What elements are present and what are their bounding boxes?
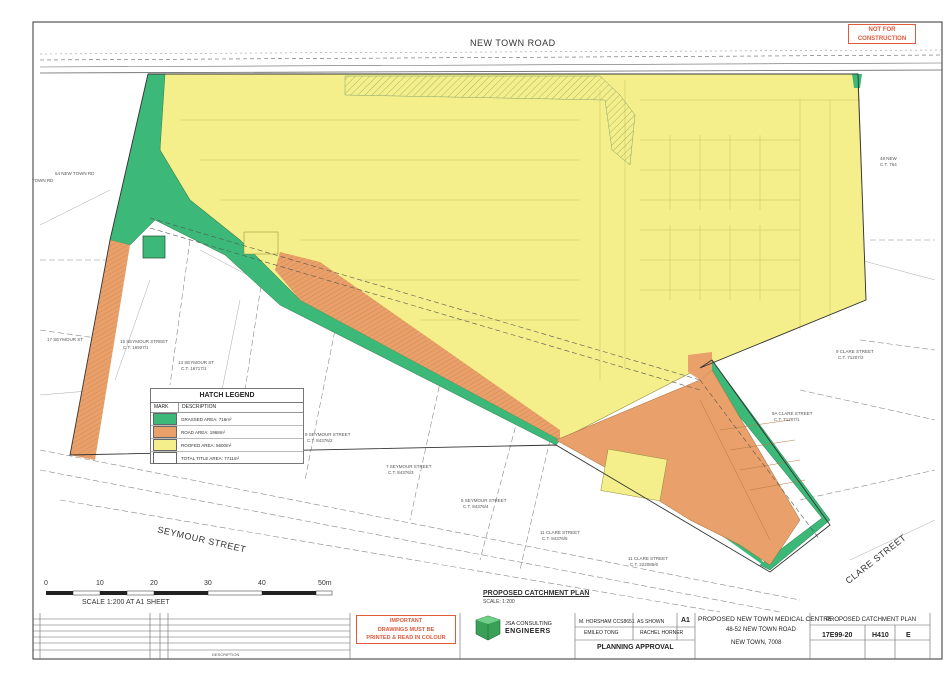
lot-label: 54 NEW TOWN RD xyxy=(55,171,95,176)
lot-label: C.T. 222085/6 xyxy=(630,562,659,567)
lot-label: 13 SEYMOUR ST xyxy=(178,360,214,365)
lot-label: 9 SEYMOUR STREET xyxy=(305,432,351,437)
company-name-line-2: ENGINEERS xyxy=(505,628,551,635)
plan-title: PROPOSED CATCHMENT PLAN xyxy=(483,590,590,597)
stamp-line-2: CONSTRUCTION xyxy=(857,36,907,42)
principal: RACHEL HORNER xyxy=(640,630,684,636)
lot-label: 48 NEW xyxy=(880,156,898,161)
lot-label: C.T. 84376/3 xyxy=(388,470,414,475)
important-notice: IMPORTANT DRAWINGS MUST BE PRINTED & REA… xyxy=(356,615,456,644)
scale-tick: 0 xyxy=(44,580,48,587)
scale-tick: 50m xyxy=(318,580,332,587)
road-area-west-hatch xyxy=(70,240,130,460)
drawing-title: PROPOSED CATCHMENT PLAN xyxy=(826,617,917,623)
lot-label: C.T. 84376/5 xyxy=(542,536,568,541)
scale-tick: 20 xyxy=(150,580,158,587)
lot-label: C.T. 84376/4 xyxy=(463,504,489,509)
sheet-size: A1 xyxy=(681,617,690,624)
legend-label: GRASSED AREA: 716m² xyxy=(181,416,232,422)
project-suburb: NEW TOWN, 7008 xyxy=(731,640,782,646)
legend-row-total: TOTAL TITLE AREA: 7711m² xyxy=(151,452,303,464)
project-address: 48-52 NEW TOWN ROAD xyxy=(726,627,796,633)
drawing-number: H410 xyxy=(872,632,889,639)
road-corridor xyxy=(39,49,943,74)
lot-label: 11 CLARE STREET xyxy=(628,556,668,561)
lot-label: 5 SEYMOUR STREET xyxy=(461,498,507,503)
important-line-1: IMPORTANT xyxy=(389,618,423,624)
hatch-legend: HATCH LEGEND MARK DESCRIPTION GRASSED AR… xyxy=(150,388,304,464)
project-name: PROPOSED NEW TOWN MEDICAL CENTRE xyxy=(698,616,833,623)
lot-label: C.T. 84376/2 xyxy=(307,438,333,443)
drawing-sheet: SEYMOUR STREET CLARE STREET 54 NEW TOWN … xyxy=(0,0,951,672)
lot-label: 11 CLARE STREET xyxy=(540,530,580,535)
total-swatch xyxy=(153,452,177,464)
designed-by: EMILEO TONG xyxy=(584,630,619,636)
lot-label: C.T. 71207/1 xyxy=(774,417,800,422)
stamp-line-1: NOT FOR xyxy=(868,27,896,33)
legend-row-roofed: ROOFED AREA: 5600m² xyxy=(151,439,303,452)
seymour-street-label: SEYMOUR STREET xyxy=(157,524,247,554)
lot-label: C.T. 16927/1 xyxy=(123,345,149,350)
road-name-label: NEW TOWN ROAD xyxy=(470,38,556,48)
important-line-2: DRAWINGS MUST BE xyxy=(377,626,435,633)
legend-label: ROAD AREA: 1968m² xyxy=(181,429,226,435)
scale-value: AS SHOWN xyxy=(637,619,665,625)
scale-tick: 30 xyxy=(204,580,212,587)
lot-label: 17 SEYMOUR ST xyxy=(47,337,83,342)
lot-label: 7 SEYMOUR STREET xyxy=(386,464,432,469)
scale-note: SCALE 1:200 AT A1 SHEET xyxy=(82,599,170,606)
legend-label: TOTAL TITLE AREA: 7711m² xyxy=(181,455,240,461)
revision: E xyxy=(906,632,911,639)
grassed-swatch xyxy=(153,413,177,425)
lot-label: C.T. 764 xyxy=(880,162,897,167)
legend-title: HATCH LEGEND xyxy=(151,389,303,403)
legend-row-grassed: GRASSED AREA: 716m² xyxy=(151,413,303,426)
legend-label: ROOFED AREA: 5600m² xyxy=(181,442,232,448)
drawn-by: M. HORSHAM CCS8651 xyxy=(579,619,635,625)
site-structure xyxy=(142,235,166,259)
scale-tick: 10 xyxy=(96,580,104,587)
legend-row-road: ROAD AREA: 1968m² xyxy=(151,426,303,439)
lot-label: 9 CLARE STREET xyxy=(836,349,874,354)
project-number: 17E99-20 xyxy=(822,632,853,639)
legend-col-description: DESCRIPTION xyxy=(182,404,217,410)
site-plan-drawing: SEYMOUR STREET CLARE STREET 54 NEW TOWN … xyxy=(32,21,943,660)
company-name-line-1: JSA CONSULTING xyxy=(505,621,552,627)
plan-scale: SCALE: 1:200 xyxy=(483,599,515,605)
important-line-3: PRINTED & READ IN COLOUR xyxy=(366,635,446,641)
clare-street-label: CLARE STREET xyxy=(844,532,908,585)
revision-description-header: DESCRIPTION xyxy=(212,652,240,657)
legend-header: MARK DESCRIPTION xyxy=(151,403,303,413)
scale-tick: 40 xyxy=(258,580,266,587)
lot-label: TOWN RD xyxy=(32,178,54,183)
lot-label: C.T. 71207/2 xyxy=(838,355,864,360)
road-swatch xyxy=(153,426,177,438)
drawing-status: PLANNING APPROVAL xyxy=(597,644,674,651)
lot-label: C.T. 16717/1 xyxy=(181,366,207,371)
lot-label: 15 SEYMOUR STREET xyxy=(120,339,168,344)
scale-bar xyxy=(46,590,333,596)
company-logo-icon xyxy=(475,615,501,641)
roofed-swatch xyxy=(153,439,177,451)
not-for-construction-stamp: NOT FOR CONSTRUCTION xyxy=(848,24,916,44)
lot-label: 9A CLARE STREET xyxy=(772,411,813,416)
legend-col-mark: MARK xyxy=(151,403,179,412)
